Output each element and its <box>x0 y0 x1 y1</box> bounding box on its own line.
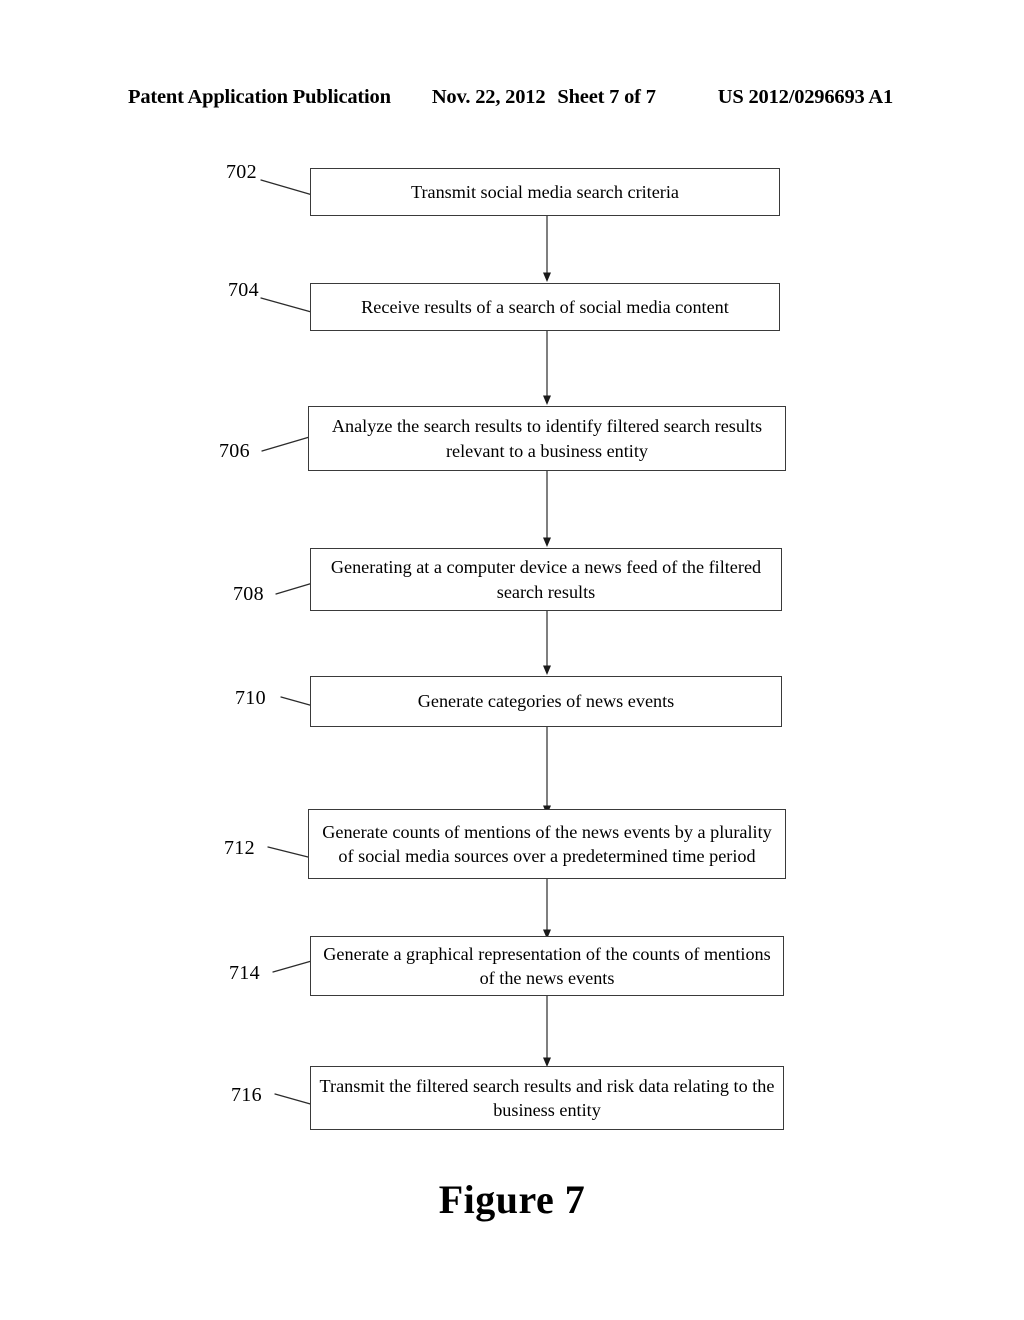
reference-numeral-706: 706 <box>219 440 250 462</box>
reference-numeral-708: 708 <box>233 583 264 605</box>
flow-step-text-702: Transmit social media search criteria <box>410 181 679 202</box>
reference-numeral-716: 716 <box>231 1084 262 1106</box>
flow-step-box-706[interactable]: Analyze the search results to identify f… <box>308 406 786 471</box>
flow-step-text-704: Receive results of a search of social me… <box>361 296 729 317</box>
flow-step-box-702[interactable]: Transmit social media search criteria <box>310 168 780 216</box>
reference-numeral-714: 714 <box>229 962 260 984</box>
reference-numeral-712: 712 <box>224 837 255 859</box>
flow-step-box-708[interactable]: Generating at a computer device a news f… <box>310 548 782 611</box>
reference-numeral-702: 702 <box>226 161 257 183</box>
reference-numeral-704: 704 <box>228 279 259 301</box>
flow-step-box-712[interactable]: Generate counts of mentions of the news … <box>308 809 786 879</box>
flow-step-text-708: Generating at a computer device a news f… <box>330 557 762 602</box>
flow-step-box-714[interactable]: Generate a graphical representation of t… <box>310 936 784 996</box>
flow-step-text-714: Generate a graphical representation of t… <box>323 943 771 988</box>
flow-step-text-710: Generate categories of news events <box>417 691 675 712</box>
figure-caption: Figure 7 <box>438 1177 586 1222</box>
reference-numeral-710: 710 <box>235 687 266 709</box>
flow-step-text-706: Analyze the search results to identify f… <box>331 416 763 461</box>
flow-step-box-716[interactable]: Transmit the filtered search results and… <box>310 1066 784 1130</box>
flow-step-box-710[interactable]: Generate categories of news events <box>310 676 782 727</box>
flow-step-box-704[interactable]: Receive results of a search of social me… <box>310 283 780 331</box>
flow-step-text-716: Transmit the filtered search results and… <box>319 1075 775 1120</box>
flow-step-text-712: Generate counts of mentions of the news … <box>322 821 772 866</box>
